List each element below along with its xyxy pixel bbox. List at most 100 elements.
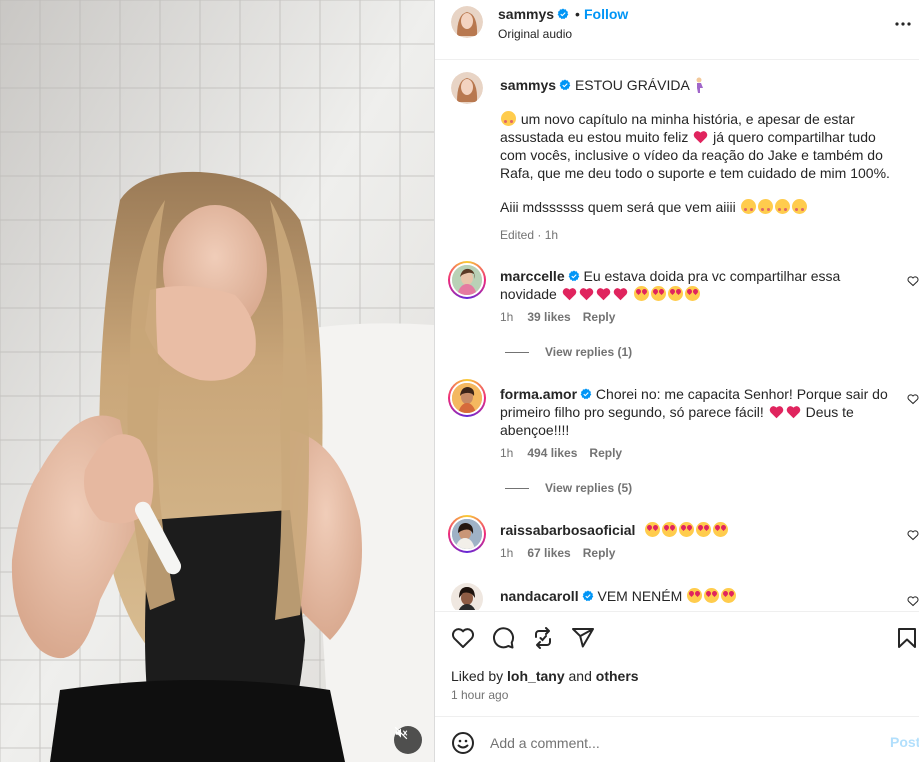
caption-avatar-image <box>451 72 483 104</box>
comment-time: 1h <box>500 310 514 324</box>
heart-eyes-emoji-icon <box>696 522 712 537</box>
like-comment-heart-icon[interactable] <box>907 393 919 405</box>
comment-meta: 1h 494 likes Reply <box>500 446 622 460</box>
like-comment-heart-icon[interactable] <box>907 529 919 541</box>
author-username[interactable]: sammys <box>498 6 554 22</box>
commenter-avatar[interactable] <box>448 515 486 553</box>
comment-time: 1h <box>500 446 514 460</box>
comment-username[interactable]: marccelle <box>500 268 565 284</box>
commenter-avatar-image <box>452 383 482 413</box>
comment-row: nandacaroll VEM NENÉM <box>435 583 919 610</box>
comment-text: forma.amor Chorei no: me capacita Senhor… <box>500 385 893 439</box>
crying-face-emoji-icon <box>501 111 516 126</box>
verified-badge-icon <box>559 79 571 91</box>
pink-heart-emoji-icon <box>786 406 800 419</box>
caption-username[interactable]: sammys <box>500 77 556 93</box>
view-replies-button[interactable]: View replies (1) <box>505 345 632 359</box>
mute-button[interactable] <box>394 726 422 754</box>
comment-body: VEM NENÉM <box>597 588 683 604</box>
comment-input[interactable] <box>490 732 850 754</box>
comment-username[interactable]: forma.amor <box>500 386 577 402</box>
heart-eyes-emoji-icon <box>704 588 720 603</box>
author-avatar-image <box>451 6 483 38</box>
post-actions: Liked by loh_tany and others 1 hour ago … <box>435 611 919 762</box>
comment-username[interactable]: nandacaroll <box>500 588 579 604</box>
original-audio-link[interactable]: Original audio <box>498 27 572 41</box>
heart-eyes-emoji-icon <box>713 522 729 537</box>
heart-eyes-emoji-icon <box>645 522 661 537</box>
heart-eyes-emoji-icon <box>684 286 700 301</box>
caption-headline: ESTOU GRÁVIDA <box>574 77 690 93</box>
comment-meta: 1h 67 likes Reply <box>500 546 615 560</box>
caption-row: sammys ESTOU GRÁVIDA um novo capítulo na… <box>435 72 919 247</box>
bookmark-icon[interactable] <box>895 626 919 650</box>
red-heart-emoji-icon <box>693 131 708 144</box>
crying-face-emoji-icon <box>774 199 790 214</box>
send-icon[interactable] <box>571 626 595 650</box>
post-video[interactable] <box>0 0 434 762</box>
caption-closing: Aiii mdssssss quem será que vem aiiii <box>500 199 736 215</box>
comment-row: raissabarbosaoficial 1h 67 likes Reply <box>435 515 919 577</box>
comments-list[interactable]: sammys ESTOU GRÁVIDA um novo capítulo na… <box>435 61 919 610</box>
verified-badge-icon <box>568 270 579 282</box>
pink-heart-emoji-icon <box>613 288 627 301</box>
liked-by-others[interactable]: others <box>596 668 639 684</box>
comment-row: marccelle Eu estava doida pra vc compart… <box>435 261 919 363</box>
heart-eyes-emoji-icon <box>679 522 695 537</box>
comment-text: raissabarbosaoficial <box>500 521 893 539</box>
commenter-avatar[interactable] <box>448 261 486 299</box>
verified-badge-icon <box>557 8 569 20</box>
comment-username[interactable]: raissabarbosaoficial <box>500 522 635 538</box>
author-username-row: sammys <box>498 6 569 22</box>
comment-time: 1h <box>500 546 514 560</box>
caption-text: sammys ESTOU GRÁVIDA um novo capítulo na… <box>500 76 893 216</box>
like-comment-heart-icon[interactable] <box>907 275 919 287</box>
reply-button[interactable]: Reply <box>583 546 616 560</box>
commenter-avatar[interactable] <box>451 583 483 610</box>
pregnant-woman-emoji-icon <box>696 77 703 93</box>
like-comment-heart-icon[interactable] <box>907 595 919 607</box>
commenter-avatar[interactable] <box>448 379 486 417</box>
heart-eyes-emoji-icon <box>633 286 649 301</box>
liked-by-summary: Liked by loh_tany and others <box>451 668 639 684</box>
caption-meta: Edited · 1h <box>500 228 559 242</box>
pink-heart-emoji-icon <box>579 288 593 301</box>
comment-meta: 1h 39 likes Reply <box>500 310 615 324</box>
follow-button[interactable]: Follow <box>584 6 628 22</box>
heart-eyes-emoji-icon <box>650 286 666 301</box>
reply-button[interactable]: Reply <box>583 310 616 324</box>
view-replies-label: View replies (1) <box>545 345 633 359</box>
add-comment-bar: Post <box>435 716 919 762</box>
crying-face-emoji-icon <box>740 199 756 214</box>
header-separator: • <box>575 6 580 22</box>
crying-face-emoji-icon <box>791 199 807 214</box>
video-frame-illustration <box>0 0 434 762</box>
view-replies-button[interactable]: View replies (5) <box>505 481 632 495</box>
pink-heart-emoji-icon <box>562 288 576 301</box>
more-horizontal-icon[interactable] <box>891 12 915 36</box>
reply-button[interactable]: Reply <box>589 446 622 460</box>
caption-avatar[interactable] <box>451 72 483 104</box>
comment-icon[interactable] <box>491 626 515 650</box>
comment-row: forma.amor Chorei no: me capacita Senhor… <box>435 379 919 501</box>
post-timestamp[interactable]: 1 hour ago <box>451 688 508 702</box>
comment-likes[interactable]: 67 likes <box>527 546 570 560</box>
pink-heart-emoji-icon <box>769 406 783 419</box>
post-comment-button[interactable]: Post <box>890 734 919 750</box>
comment-likes[interactable]: 494 likes <box>527 446 577 460</box>
crying-face-emoji-icon <box>757 199 773 214</box>
comment-likes[interactable]: 39 likes <box>527 310 570 324</box>
heart-eyes-emoji-icon <box>667 286 683 301</box>
liked-by-user[interactable]: loh_tany <box>507 668 565 684</box>
view-replies-label: View replies (5) <box>545 481 633 495</box>
pink-heart-emoji-icon <box>596 288 610 301</box>
repost-icon[interactable] <box>531 626 555 650</box>
view-replies-line <box>505 351 529 353</box>
commenter-avatar-image <box>451 583 483 610</box>
heart-icon[interactable] <box>451 626 475 650</box>
heart-eyes-emoji-icon <box>662 522 678 537</box>
emoji-icon[interactable] <box>451 731 475 755</box>
comment-text: marccelle Eu estava doida pra vc compart… <box>500 267 893 303</box>
author-avatar[interactable] <box>451 6 483 38</box>
comment-text: nandacaroll VEM NENÉM <box>500 587 893 605</box>
